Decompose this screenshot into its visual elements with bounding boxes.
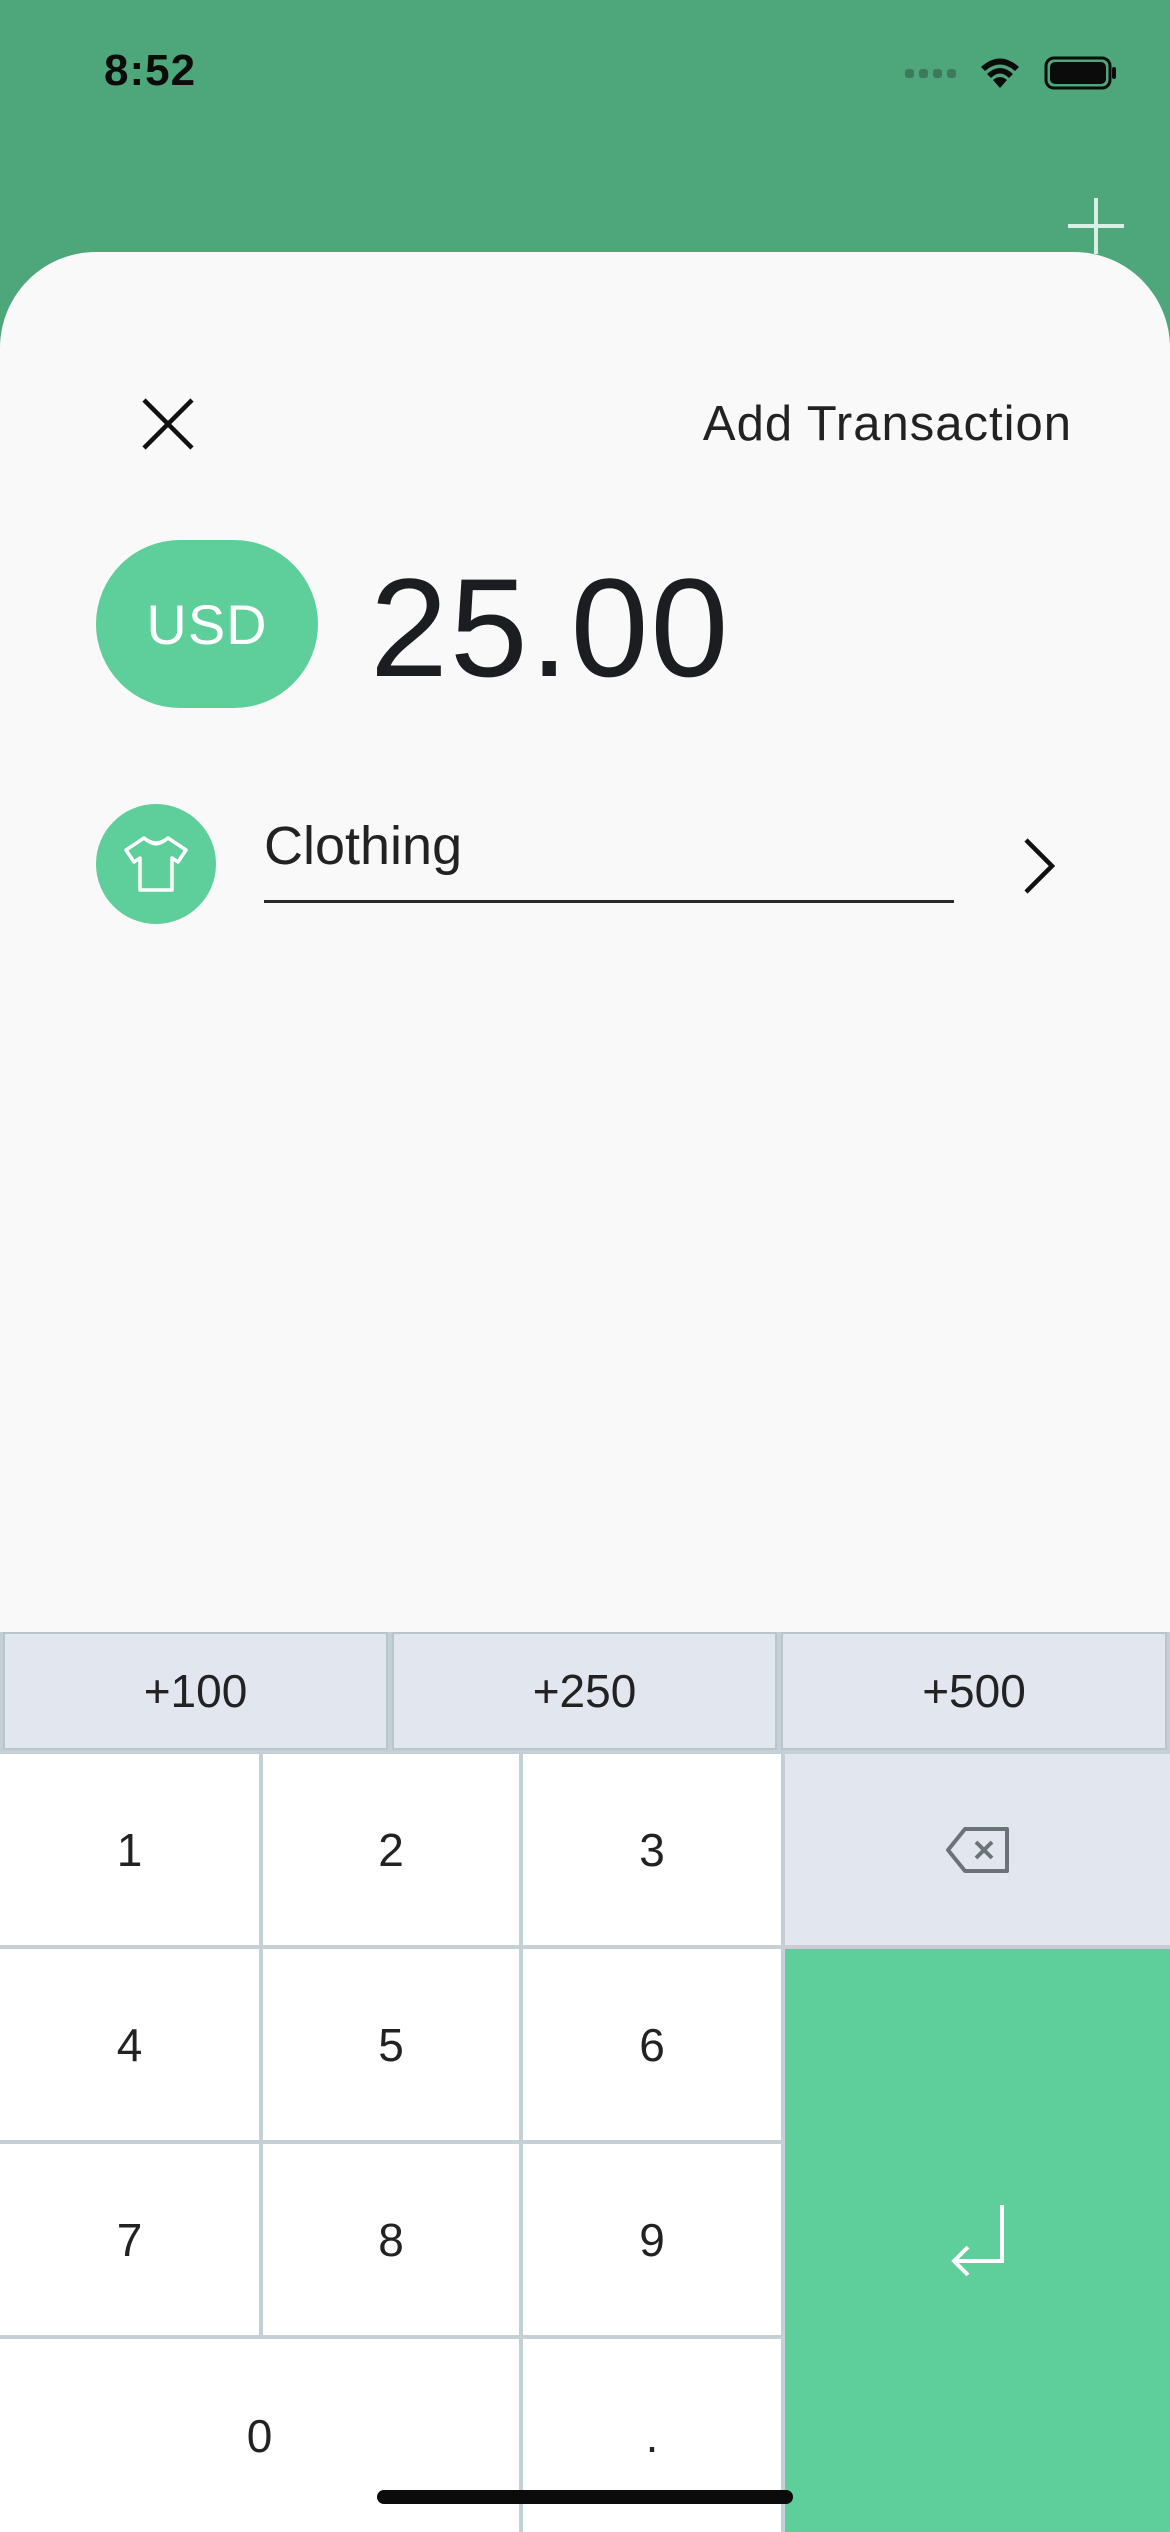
key-label: 6 <box>639 2018 665 2071</box>
quick-add-250-button[interactable]: +250 <box>392 1632 777 1750</box>
backspace-button[interactable] <box>785 1754 1170 1945</box>
key-2[interactable]: 2 <box>263 1754 519 1945</box>
key-3[interactable]: 3 <box>523 1754 781 1945</box>
chevron-right-icon[interactable] <box>1016 830 1064 902</box>
key-label: 1 <box>116 1823 143 1876</box>
home-indicator <box>377 2490 793 2504</box>
key-label: 3 <box>639 1823 665 1876</box>
key-label: 0 <box>246 2409 273 2462</box>
tshirt-icon <box>124 836 188 892</box>
close-icon[interactable] <box>136 392 200 456</box>
key-1[interactable]: 1 <box>0 1754 259 1945</box>
quick-add-label: +100 <box>143 1665 248 1717</box>
key-8[interactable]: 8 <box>263 2144 519 2335</box>
key-9[interactable]: 9 <box>523 2144 781 2335</box>
currency-label: USD <box>146 592 268 656</box>
quick-add-500-button[interactable]: +500 <box>781 1632 1167 1750</box>
battery-icon <box>1044 56 1116 90</box>
cellular-signal-icon <box>905 68 956 78</box>
sheet-title: Add Transaction <box>702 397 1072 451</box>
key-5[interactable]: 5 <box>263 1949 519 2140</box>
key-4[interactable]: 4 <box>0 1949 259 2140</box>
quick-add-label: +500 <box>922 1665 1026 1717</box>
app-screen: 8:52 Add Transaction USD 25.00 Clothing … <box>0 0 1170 2532</box>
enter-icon <box>950 2204 1004 2276</box>
status-icons <box>905 50 1118 96</box>
backspace-icon <box>945 1826 1009 1873</box>
key-6[interactable]: 6 <box>523 1949 781 2140</box>
category-label: Clothing <box>264 816 463 876</box>
key-label: 7 <box>116 2213 143 2266</box>
quick-add-label: +250 <box>532 1665 637 1717</box>
key-label: 4 <box>116 2018 143 2071</box>
key-label: . <box>645 2409 659 2462</box>
numeric-keypad: +100 +250 +500 1 2 3 4 5 6 7 8 9 0 . <box>0 1632 1170 2532</box>
enter-button[interactable] <box>785 1949 1170 2532</box>
quick-add-100-button[interactable]: +100 <box>3 1632 388 1750</box>
key-label: 9 <box>639 2213 665 2266</box>
wifi-icon <box>981 58 1019 88</box>
key-label: 2 <box>378 1823 404 1876</box>
category-icon-button[interactable] <box>96 804 216 924</box>
amount-display: 25.00 <box>370 549 731 706</box>
key-label: 5 <box>378 2018 404 2071</box>
category-field[interactable]: Clothing <box>264 808 954 903</box>
key-label: 8 <box>378 2213 404 2266</box>
status-time: 8:52 <box>104 46 197 95</box>
add-icon[interactable] <box>1062 192 1130 260</box>
currency-selector-button[interactable]: USD <box>96 540 318 708</box>
key-7[interactable]: 7 <box>0 2144 259 2335</box>
